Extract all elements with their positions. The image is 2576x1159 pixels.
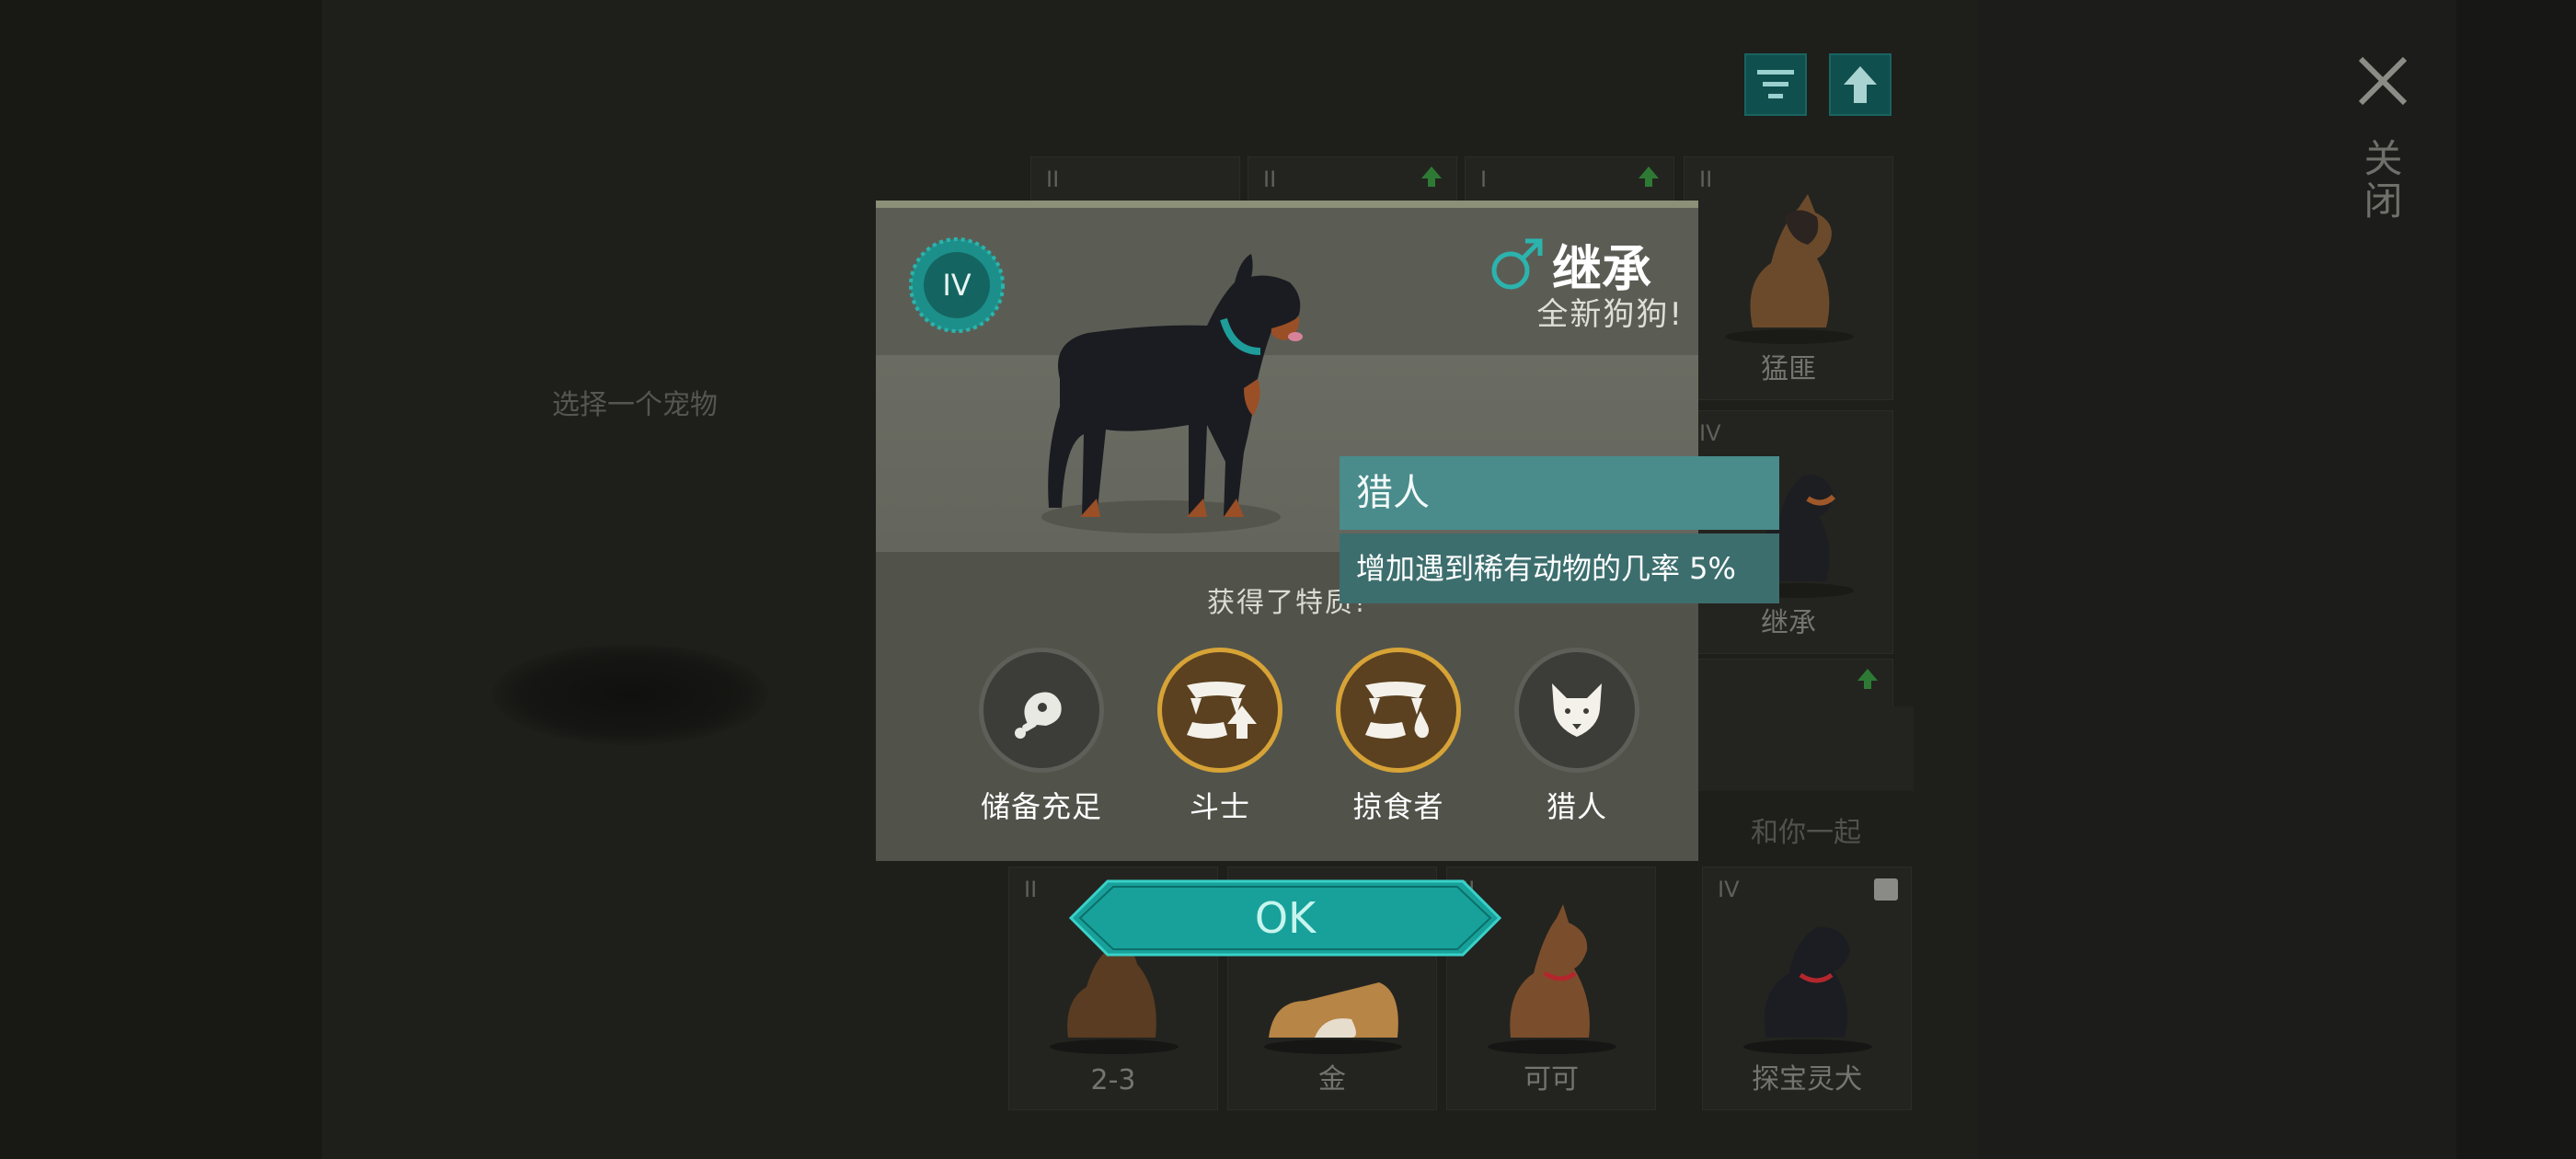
close-label[interactable]: 关闭 bbox=[2357, 138, 2409, 223]
pet-name: 可可 bbox=[1524, 1063, 1579, 1096]
sort-button[interactable] bbox=[1744, 53, 1807, 116]
trait-label: 猎人 bbox=[1546, 789, 1607, 824]
pet-tier: II bbox=[1024, 877, 1038, 902]
fangs-up-icon bbox=[1187, 682, 1257, 739]
far-right-backdrop bbox=[2456, 0, 2576, 1159]
meat-icon bbox=[1015, 692, 1062, 739]
close-icon[interactable] bbox=[2355, 53, 2410, 109]
trait-well-stocked[interactable]: 储备充足 bbox=[968, 648, 1115, 826]
pet-card[interactable]: II 猛匪 bbox=[1684, 156, 1893, 400]
left-backdrop bbox=[0, 0, 322, 1159]
shepherd-dog-portrait bbox=[1725, 194, 1854, 344]
new-dog-dialog: IV 继承 全新狗狗! 获得了特质! 储备充足 斗士 掠食者 猎人 bbox=[876, 201, 1698, 861]
trait-label: 斗士 bbox=[1189, 789, 1250, 824]
fangs-drop-icon bbox=[1365, 682, 1429, 739]
pet-card[interactable] bbox=[1684, 659, 1893, 714]
select-pet-hint: 选择一个宠物 bbox=[552, 389, 718, 421]
upgrade-arrow-icon bbox=[1857, 669, 1878, 689]
pet-tier: IV bbox=[1699, 420, 1721, 446]
pet-card[interactable]: IV 探宝灵犬 bbox=[1702, 866, 1912, 1110]
upgrade-arrow-icon bbox=[1421, 166, 1442, 187]
trait-circle bbox=[979, 648, 1104, 773]
pet-card[interactable]: IV 继承 bbox=[1684, 410, 1893, 654]
wolf-head-icon bbox=[1552, 683, 1602, 737]
trait-label: 掠食者 bbox=[1352, 789, 1444, 824]
pet-name: 金 bbox=[1318, 1063, 1346, 1096]
trait-fighter[interactable]: 斗士 bbox=[1146, 648, 1294, 826]
together-label: 和你一起 bbox=[1751, 817, 1861, 849]
rottweiler-portrait bbox=[1743, 926, 1872, 1054]
tier-badge-label: IV bbox=[942, 268, 972, 303]
pet-name: 2-3 bbox=[1090, 1064, 1136, 1096]
trait-circle bbox=[1157, 648, 1282, 773]
treasure-chest-icon bbox=[1874, 878, 1898, 901]
upgrade-filter-button[interactable] bbox=[1829, 53, 1892, 116]
arrow-up-icon bbox=[1844, 66, 1877, 103]
trait-predator[interactable]: 掠食者 bbox=[1325, 648, 1472, 826]
pet-tier: II bbox=[1263, 166, 1277, 192]
pet-tier: I bbox=[1480, 166, 1488, 192]
pet-name: 猛匪 bbox=[1761, 353, 1816, 385]
upgrade-arrow-icon bbox=[1639, 166, 1659, 187]
trait-tooltip-description: 增加遇到稀有动物的几率 5% bbox=[1340, 534, 1779, 603]
sort-icon bbox=[1757, 70, 1794, 98]
trait-hunter[interactable]: 猎人 bbox=[1503, 648, 1650, 826]
pet-tier: II bbox=[1046, 166, 1060, 192]
trait-circle bbox=[1336, 648, 1461, 773]
trait-tooltip-title: 猎人 bbox=[1340, 456, 1779, 530]
pet-tier: II bbox=[1699, 166, 1713, 192]
rottweiler-model bbox=[1041, 254, 1303, 534]
pet-tier: IV bbox=[1718, 877, 1740, 902]
male-symbol-icon bbox=[1491, 238, 1543, 290]
new-dog-subtitle: 全新狗狗! bbox=[1536, 296, 1684, 333]
ok-button-label[interactable]: OK bbox=[1069, 879, 1501, 957]
together-slot[interactable] bbox=[1691, 706, 1914, 791]
trait-circle bbox=[1514, 648, 1639, 773]
empty-pet-shadow bbox=[492, 644, 768, 745]
trait-label: 储备充足 bbox=[980, 789, 1102, 824]
pet-name: 探宝灵犬 bbox=[1752, 1063, 1862, 1096]
pet-name: 继承 bbox=[1761, 607, 1816, 639]
